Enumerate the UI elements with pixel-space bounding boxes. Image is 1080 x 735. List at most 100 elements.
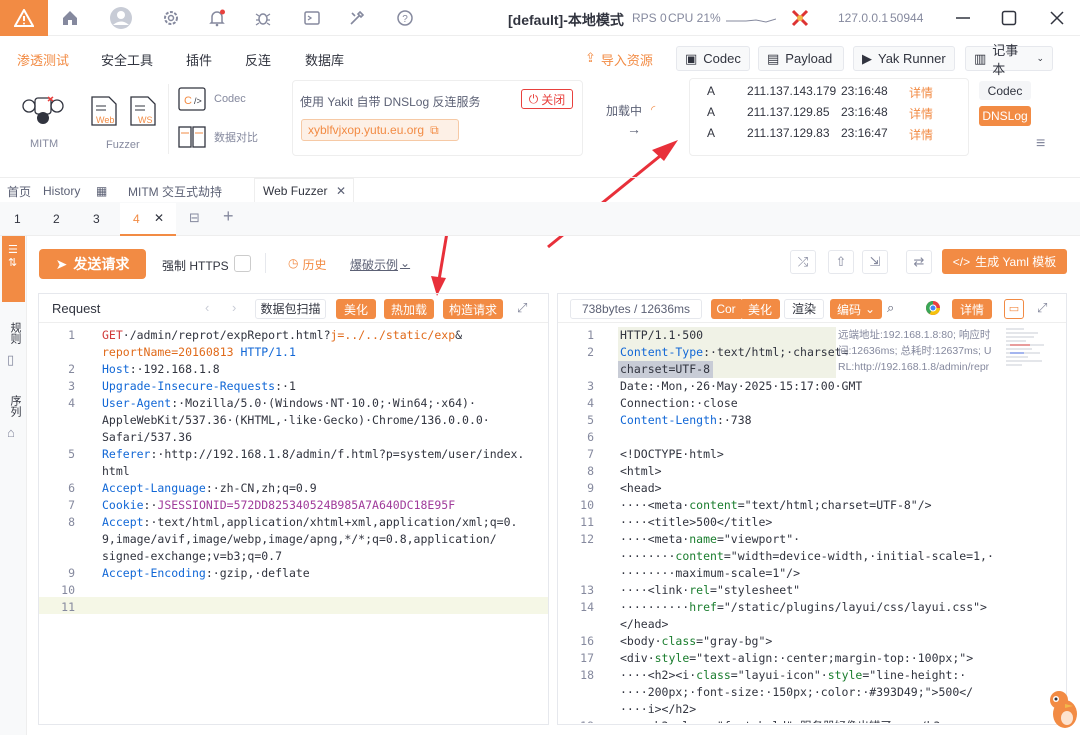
code-token: ="width=device-width,·initial-scale=1,·: [723, 549, 994, 563]
next-arrow-icon[interactable]: ›: [232, 300, 236, 315]
side-sequence-label[interactable]: 序列: [7, 395, 21, 417]
code-line: <body·class="gray-bg">: [620, 633, 772, 650]
line-number: 8: [68, 515, 75, 529]
toolbar-divider: [265, 253, 266, 273]
code-token: ········maximum-scale=1"/>: [620, 566, 801, 580]
search-icon[interactable]: ⌕: [887, 300, 894, 316]
code-token: Content-Length: [620, 413, 717, 427]
code-line: ····200px;·font-size:·150px;·color:·#393…: [620, 684, 973, 701]
code-token: ="text/html;charset=UTF-8"/>: [737, 498, 932, 512]
code-line: Content-Length:·738: [620, 412, 752, 429]
tab-history[interactable]: History: [43, 180, 80, 202]
code-line: Upgrade-Insecure-Requests:·1: [102, 378, 296, 395]
mitm-tab-icon: ▦: [96, 184, 108, 198]
share-icon[interactable]: ⤮: [790, 250, 816, 274]
code-token: Host: [102, 362, 130, 376]
code-token: rel: [689, 583, 711, 597]
code-token: ··········: [620, 600, 690, 614]
code-token: ="viewport"·: [716, 532, 801, 546]
generate-yaml-button[interactable]: </> 生成 Yaml 模板: [942, 249, 1067, 274]
packet-scan-button[interactable]: 数据包扫描: [255, 299, 326, 319]
code-token: Cookie: [102, 498, 144, 512]
code-token: <html>: [620, 464, 662, 478]
line-number: 19: [558, 718, 594, 723]
line-number: 5: [587, 413, 594, 427]
request-editor[interactable]: 1 GET·/admin/reprot/expReport.html?j=../.…: [39, 327, 548, 723]
expand-response-icon[interactable]: ⤢: [1037, 300, 1047, 316]
subtab-3[interactable]: 3: [93, 212, 100, 226]
construct-request-button[interactable]: 构造请求: [443, 299, 503, 319]
code-line: Referer:·http://192.168.1.8/admin/f.html…: [102, 446, 524, 463]
line-number: 12: [580, 532, 594, 546]
code-line: ····<meta·name="viewport"·: [620, 531, 800, 548]
code-token: Connection:·close: [620, 396, 738, 410]
line-number: 8: [587, 464, 594, 478]
code-line: Date:·Mon,·26·May·2025·15:17:00·GMT: [620, 378, 862, 395]
code-token: ····<meta·: [620, 498, 690, 512]
code-line: ····<link·rel="stylesheet": [620, 582, 800, 599]
force-https-checkbox[interactable]: [234, 255, 251, 272]
send-icon: ➤: [55, 255, 68, 272]
code-line: html: [102, 463, 130, 480]
code-line: User-Agent:·Mozilla/5.0·(Windows·NT·10.0…: [102, 395, 476, 412]
code-token: Upgrade-Insecure-Requests: [102, 379, 276, 393]
response-beautify-button[interactable]: 美化: [740, 299, 780, 319]
subtab-1[interactable]: 1: [14, 212, 21, 226]
tab-web-fuzzer[interactable]: Web Fuzzer: [263, 180, 327, 202]
tab-mitm[interactable]: MITM 交互式劫持: [128, 180, 222, 202]
import-icon[interactable]: ⇲: [862, 250, 888, 274]
response-detail-button[interactable]: 详情: [952, 299, 992, 319]
export-icon[interactable]: ⇧: [828, 250, 854, 274]
history-button[interactable]: ◷ 历史: [288, 256, 327, 273]
hotload-button[interactable]: 热加载: [384, 299, 434, 319]
code-token: HTTP/1.1: [233, 345, 296, 359]
line-number: 7: [68, 498, 75, 512]
line-number: 6: [68, 481, 75, 495]
code-token: href: [689, 600, 717, 614]
close-subtab-icon[interactable]: ✕: [154, 211, 164, 225]
add-tab-icon[interactable]: +: [223, 206, 234, 227]
response-meta-info: 远端地址:192.168.1.8:80; 响应时间:12636ms; 总耗时:1…: [838, 329, 992, 373]
line-number: 1: [587, 328, 594, 342]
code-token: ="stylesheet": [710, 583, 801, 597]
line-number: 14: [580, 600, 594, 614]
code-line: Accept:·text/html,application/xhtml+xml,…: [102, 514, 517, 531]
comment-icon[interactable]: ▭: [1004, 299, 1024, 319]
code-token: :·: [143, 498, 158, 512]
code-token: User-Agent: [102, 396, 172, 410]
encoding-dropdown[interactable]: 编码 ⌄: [830, 299, 882, 319]
chrome-icon[interactable]: [925, 300, 941, 319]
response-editor[interactable]: 1 HTTP/1.1·500 2 Content-Type:·text/html;·c…: [558, 327, 998, 723]
example-button[interactable]: 爆破示例 ⌄: [350, 256, 410, 273]
subtab-4[interactable]: 4: [133, 212, 140, 226]
expand-icon[interactable]: ⤢: [517, 300, 527, 316]
send-request-button[interactable]: ➤ 发送请求: [39, 249, 146, 279]
save-icon[interactable]: ⊟: [189, 210, 200, 226]
code-line: ··········href="/static/plugins/layui/cs…: [620, 599, 987, 616]
code-token: Content-Type: [620, 345, 704, 359]
code-line: Safari/537.36: [102, 429, 192, 446]
response-size: 738bytes / 12636ms: [570, 299, 702, 319]
side-strip: [0, 236, 27, 735]
response-render-button[interactable]: 渲染: [784, 299, 824, 319]
prev-arrow-icon[interactable]: ‹: [205, 300, 209, 315]
side-rule-label[interactable]: 规则: [7, 322, 21, 344]
code-token: Referer: [102, 447, 151, 461]
line-number: 1: [68, 328, 75, 342]
subtab-2[interactable]: 2: [53, 212, 60, 226]
code-line: Connection:·close: [620, 395, 738, 412]
swap-icon[interactable]: ⇄: [906, 250, 932, 274]
code-token: Date:·Mon,·26·May·2025·15:17:00·GMT: [620, 379, 863, 393]
code-token: reportName=20160813: [102, 345, 234, 359]
line-number: 13: [580, 583, 594, 597]
code-token: ····i></h2>: [620, 702, 697, 716]
code-token: <head>: [620, 481, 662, 495]
mascot-icon: [1050, 691, 1077, 728]
close-tab-icon[interactable]: ✕: [336, 180, 346, 202]
request-beautify-button[interactable]: 美化: [336, 299, 376, 319]
code-token: ="text-align:·center;margin-top:·100px;"…: [689, 651, 974, 665]
line-number: 9: [587, 481, 594, 495]
code-token: class: [661, 634, 697, 648]
rule-icon: ▯: [7, 352, 15, 367]
tab-home[interactable]: 首页: [7, 180, 31, 202]
